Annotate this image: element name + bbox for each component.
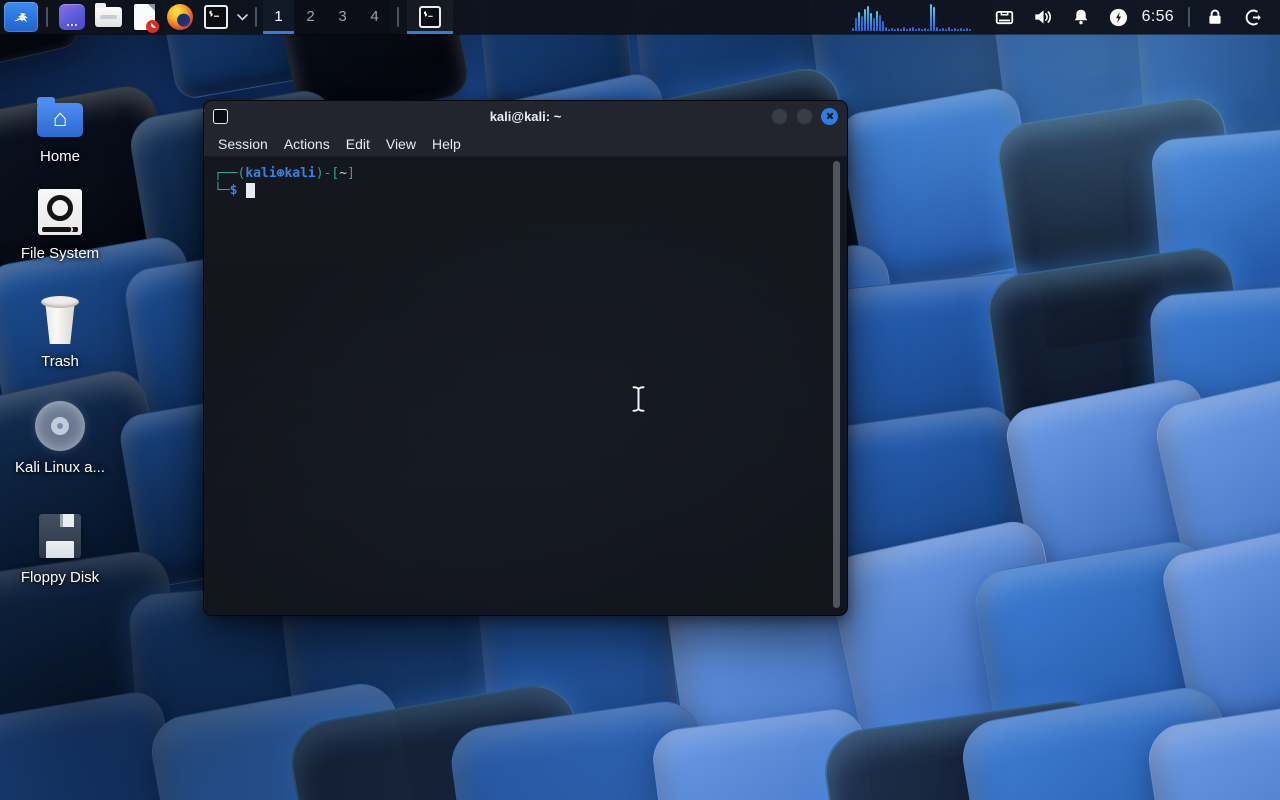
desktop-app-icon [59,4,85,30]
panel-separator [255,7,257,27]
terminal-output[interactable]: ┌──(kali⊛kali)-[~] └─$ [204,157,847,615]
desktop-icon-kali-linux-a[interactable]: Kali Linux a... [8,400,112,476]
desktop-icon-label: Home [39,148,80,165]
close-button[interactable] [821,107,838,125]
desktop-icon-trash[interactable]: Trash [8,294,112,370]
launcher-text-editor[interactable] [129,2,159,33]
window-title: kali@kali: ~ [489,108,562,124]
panel-separator [46,7,48,27]
power-manager-icon[interactable] [1106,4,1132,30]
top-panel: 1234 6:56 [0,0,1280,34]
menu-item-edit[interactable]: Edit [338,134,378,154]
terminal-icon [419,6,441,28]
menu-item-actions[interactable]: Actions [276,134,338,154]
maximize-button[interactable] [796,107,813,125]
launcher-desktop-app[interactable] [57,2,87,32]
terminal-scrollbar[interactable] [833,161,840,608]
workspace-switcher: 1234 [263,0,391,34]
notifications-bell-icon[interactable] [1068,4,1094,30]
desktop-icon-list: Home File System Trash Kali Linux a... Flopp… [8,34,116,594]
menu-item-view[interactable]: View [378,134,424,154]
menu-item-help[interactable]: Help [424,134,469,154]
launcher-firefox[interactable] [165,2,195,32]
prompt-line-2: └─$ [214,182,837,199]
desktop-icon-label: File System [20,245,100,262]
terminal-cursor [246,183,256,198]
minimize-button[interactable] [771,107,788,125]
volume-icon[interactable] [1030,4,1056,30]
menu-bar: Session Actions Edit View Help [204,131,847,157]
file-manager-icon [94,3,122,27]
desktop-icon-label: Floppy Disk [20,569,100,586]
terminal-icon [213,108,228,124]
terminal-launcher-icon [204,5,228,29]
terminal-window: kali@kali: ~ Session Actions Edit View Help … [203,100,848,616]
desktop-icon-label: Kali Linux a... [14,459,106,476]
desktop-icon-home[interactable]: Home [8,89,112,165]
workspace-2[interactable]: 2 [295,0,326,34]
logout-icon[interactable] [1240,4,1266,30]
disc-icon [35,401,85,451]
panel-separator [1188,7,1190,27]
workspace-4[interactable]: 4 [359,0,390,34]
window-titlebar[interactable]: kali@kali: ~ [204,101,847,131]
panel-separator [397,7,399,27]
applications-menu-button[interactable] [4,2,38,32]
desktop-icon-label: Trash [41,353,79,370]
taskbar-terminal-button[interactable] [407,0,453,34]
workspace-3[interactable]: 3 [327,0,358,34]
chevron-down-icon[interactable] [235,13,249,21]
cpu-graph[interactable] [851,3,974,31]
clock[interactable]: 6:56 [1142,8,1174,26]
desktop-icon-floppy-disk[interactable]: Floppy Disk [8,510,112,586]
drive-icon [38,189,82,235]
kali-menu-icon [9,3,33,32]
firefox-icon [167,4,193,30]
trash-icon [40,296,80,344]
network-icon[interactable] [992,4,1018,30]
menu-item-session[interactable]: Session [210,134,276,154]
floppy-icon [39,514,81,558]
text-editor-icon [133,4,159,33]
lock-screen-icon[interactable] [1202,4,1228,30]
launcher-file-manager[interactable] [93,2,123,32]
desktop-icon-file-system[interactable]: File System [8,186,112,262]
home-folder-icon [37,97,83,137]
launcher-terminal[interactable] [201,2,231,32]
workspace-1[interactable]: 1 [263,0,294,34]
prompt-line-1: ┌──(kali⊛kali)-[~] [214,166,355,181]
